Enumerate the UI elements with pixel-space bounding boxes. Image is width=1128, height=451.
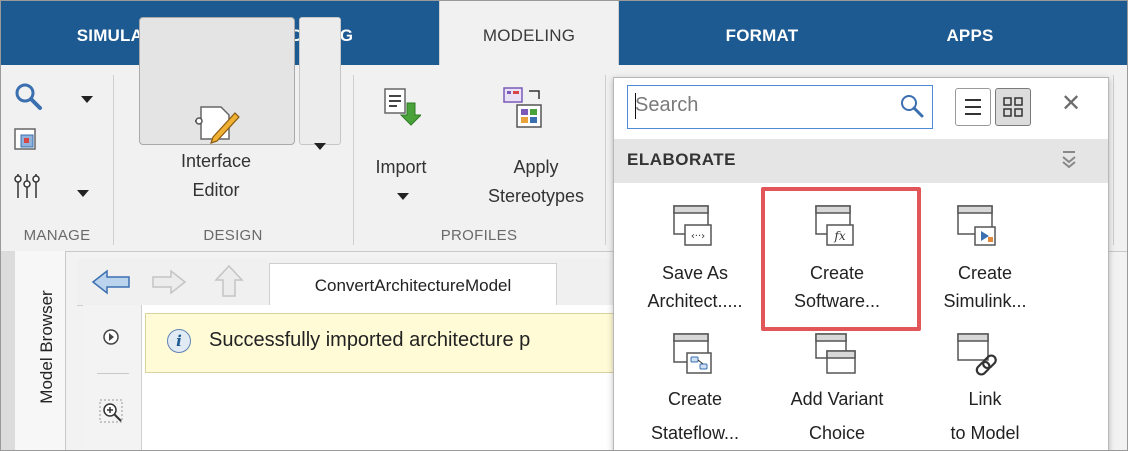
gallery-item-label[interactable]: Create (635, 385, 755, 413)
save-as-architecture-icon: ‹··› (673, 205, 712, 246)
import-label[interactable]: Import (361, 155, 441, 179)
chevron-down-icon[interactable] (77, 190, 89, 197)
tab-apps[interactable]: APPS (905, 1, 1035, 65)
app-window: SIMULATION DEBUG MODELING FORMAT APPS MA… (0, 0, 1128, 451)
search-icon[interactable] (13, 81, 43, 111)
gallery-item-label[interactable]: Choice (777, 419, 897, 447)
separator (1113, 75, 1114, 245)
apply-stereotypes-label-1[interactable]: Apply (471, 155, 601, 179)
list-view-icon (965, 99, 981, 115)
group-label-profiles: PROFILES (440, 227, 518, 244)
model-browser-label[interactable]: Model Browser (37, 247, 61, 447)
search-placeholder: Search (635, 94, 699, 116)
back-arrow-icon[interactable] (89, 267, 133, 297)
collapse-icon[interactable] (1059, 149, 1079, 171)
gallery-item-label[interactable]: Save As (635, 259, 755, 287)
create-simulink-icon (957, 205, 996, 246)
separator (605, 75, 606, 245)
svg-text:‹··›: ‹··› (691, 231, 705, 242)
separator (353, 75, 354, 245)
left-dock-strip (1, 251, 15, 450)
chevron-down-icon[interactable] (81, 96, 93, 103)
gallery-item-label[interactable]: to Model (925, 419, 1045, 447)
grid-view-icon (1003, 97, 1023, 117)
gallery-item-label[interactable]: Add Variant (777, 385, 897, 413)
grid-view-button[interactable] (995, 88, 1031, 126)
separator (113, 75, 114, 245)
link-to-model-icon (957, 333, 997, 376)
import-profile-icon[interactable] (381, 87, 421, 127)
create-stateflow-icon (673, 333, 712, 374)
text-cursor (635, 93, 636, 119)
interface-editor-label-2: Editor (192, 180, 240, 200)
interface-editor-dropdown[interactable] (299, 17, 341, 145)
list-view-button[interactable] (955, 88, 991, 126)
find-in-model-icon[interactable] (13, 127, 39, 153)
group-label-design: DESIGN (203, 227, 263, 244)
tab-convert-architecture-model[interactable]: ConvertArchitectureModel (269, 263, 557, 306)
search-icon[interactable] (899, 93, 925, 119)
interface-editor-label-1: Interface (180, 151, 252, 171)
gallery-item-label[interactable]: Link (925, 385, 1045, 413)
gallery-item-label[interactable]: Architect..... (635, 287, 755, 315)
create-software-highlight (761, 187, 921, 331)
forward-arrow-icon[interactable] (149, 267, 189, 297)
separator (97, 373, 129, 374)
group-label-manage: MANAGE (23, 227, 91, 244)
zoom-in-icon[interactable] (99, 399, 125, 425)
up-arrow-icon[interactable] (213, 263, 245, 299)
add-variant-icon (815, 333, 856, 374)
gallery-item-label[interactable]: Create (925, 259, 1045, 287)
adjust-icon[interactable] (13, 171, 43, 201)
apply-stereotypes-label-2[interactable]: Stereotypes (471, 184, 601, 208)
chevron-down-icon (314, 143, 326, 150)
interface-editor-icon (195, 106, 240, 144)
gallery-item-label[interactable]: Simulink... (925, 287, 1045, 315)
close-icon[interactable]: ✕ (1061, 89, 1081, 118)
tab-format[interactable]: FORMAT (693, 1, 831, 65)
gallery-item-label[interactable]: Stateflow... (635, 419, 755, 447)
apply-stereotypes-icon[interactable] (501, 85, 547, 131)
hide-show-explorer-icon[interactable] (101, 327, 121, 347)
chevron-down-icon[interactable] (397, 193, 409, 200)
notification-text: Successfully imported architecture p (209, 329, 531, 351)
info-icon: i (167, 329, 191, 353)
tab-modeling[interactable]: MODELING (439, 1, 619, 67)
section-title: ELABORATE (627, 150, 737, 169)
